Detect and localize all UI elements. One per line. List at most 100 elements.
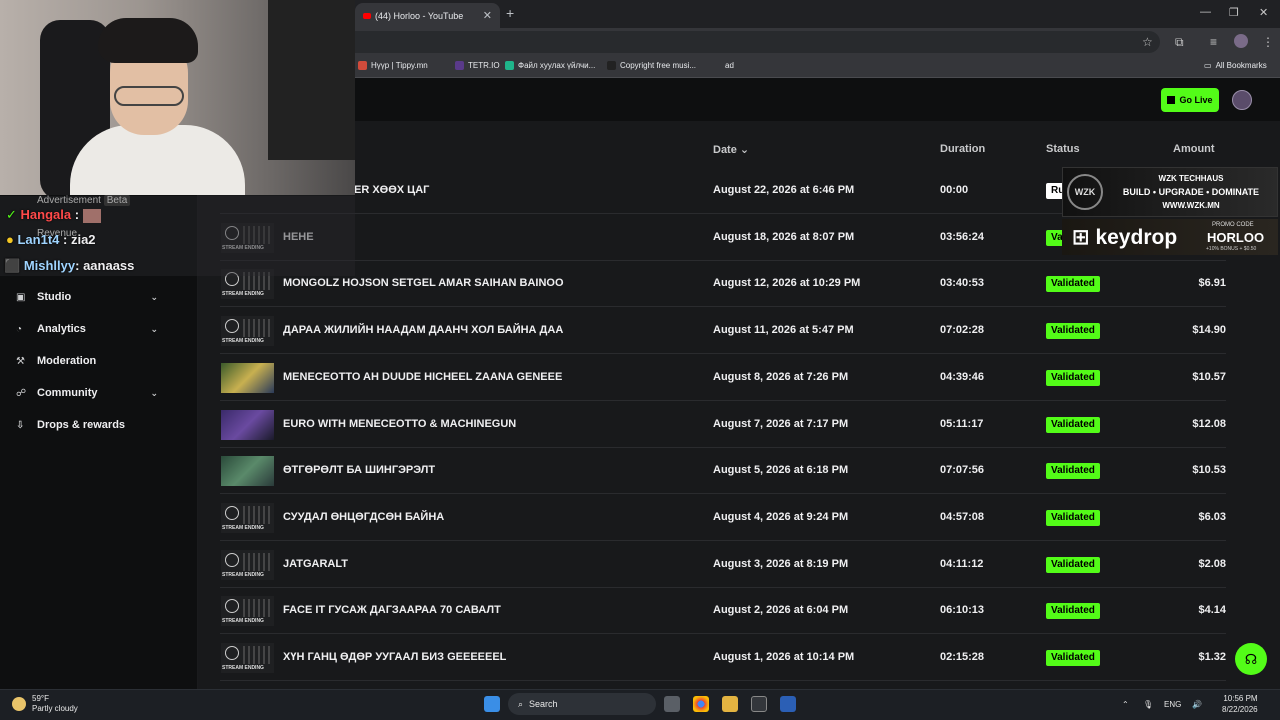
bookmark-item[interactable]: TETR.IO [455,61,500,70]
close-tab-icon[interactable]: ✕ [483,9,492,22]
table-row[interactable]: STREAM ENDING ХҮН ГАНЦ ӨДӨР УУГААЛ БИЗ GE… [220,635,1226,681]
chat-badge-icon: ⬛ [4,258,21,273]
menu-icon[interactable]: ⋮ [1262,35,1274,49]
chrome-icon[interactable] [693,696,709,712]
bookmark-item[interactable]: ad [725,61,734,70]
sidebar-item-analytics[interactable]: ◔ Analytics ⌄ [16,319,158,339]
stream-title: ER ХӨӨХ ЦАГ [354,184,430,196]
column-header-duration: Duration [940,143,986,155]
stream-amount: $2.08 [1198,557,1226,570]
table-row[interactable]: STREAM ENDING MONGOLZ HOJSON SETGEL AMAR … [220,261,1226,308]
stream-date: August 7, 2026 at 7:17 PM [713,417,849,430]
tab-title: (44) Horloo - YouTube [375,10,464,21]
status-badge: Validated [1046,323,1100,340]
table-row[interactable]: ӨТГӨРӨЛТ БА ШИНГЭРЭЛТ August 5, 2026 at 6… [220,448,1226,495]
task-view-icon[interactable] [664,696,680,712]
column-header-amount: Amount [1173,143,1215,155]
webcam-overlay [0,0,355,195]
folder-icon: ▭ [1204,61,1212,70]
moderation-icon: ⚒ [16,355,25,367]
bookmark-favicon-icon [505,61,514,70]
chevron-down-icon: ⌄ [150,387,158,398]
sidebar-item-community[interactable]: ☍ Community ⌄ [16,383,158,403]
new-tab-icon[interactable]: + [506,5,514,21]
stream-amount: $12.08 [1192,417,1226,430]
browser-profile-avatar[interactable] [1234,34,1248,48]
go-live-button[interactable]: Go Live [1161,88,1219,112]
all-bookmarks[interactable]: ▭ All Bookmarks [1204,61,1267,70]
chevron-down-icon: ⌄ [150,291,158,302]
stream-thumbnail: STREAM ENDING [221,596,274,627]
status-badge: Validated [1046,556,1100,573]
language-indicator[interactable]: ENG [1164,700,1181,709]
omnibox[interactable] [330,31,1160,53]
stream-duration: 06:10:13 [940,604,985,617]
app-icon[interactable] [780,696,796,712]
studio-icon: ▣ [16,291,26,303]
sidebar-item-drops[interactable]: ⇩ Drops & rewards [16,415,158,435]
stream-thumbnail [221,362,274,393]
wzk-promo-banner: WZK WZK TECHHAUS BUILD • UPGRADE • DOMIN… [1062,167,1278,217]
user-avatar[interactable] [1232,90,1252,110]
browser-tab[interactable]: (44) Horloo - YouTube ✕ [355,3,500,28]
taskbar-search[interactable]: ⌕ Search [508,693,656,715]
stream-thumbnail: STREAM ENDING [221,316,274,347]
media-icon[interactable]: ≡ [1210,35,1217,49]
stream-thumbnail [221,456,274,487]
stream-duration: 04:57:08 [940,510,985,523]
bookmark-favicon-icon [607,61,616,70]
table-row[interactable]: STREAM ENDING FACE IT ГУСАЖ ДАГЗААРАА 70 … [220,588,1226,635]
support-chat-button[interactable]: ☊ [1235,643,1267,675]
search-icon: ⌕ [518,698,524,709]
maximize-icon[interactable]: ❐ [1229,6,1239,19]
youtube-icon [363,12,371,19]
stream-title: JATGARALT [283,557,348,570]
bookmark-item[interactable]: Нүүр | Tippy.mn [358,61,428,70]
volume-icon[interactable]: 🔊 [1192,700,1202,709]
file-explorer-icon[interactable] [722,696,738,712]
close-window-icon[interactable]: ✕ [1259,6,1268,19]
obs-icon[interactable] [751,696,767,712]
table-row[interactable]: STREAM ENDING ДАРАА ЖИЛИЙН НААДАМ ДААНЧ Х… [220,308,1226,355]
community-icon: ☍ [16,387,27,399]
stream-amount: $4.14 [1198,604,1226,617]
bookmark-item[interactable]: Файл хуулах үйлчи... [505,61,595,70]
stream-title: ХҮН ГАНЦ ӨДӨР УУГААЛ БИЗ GEEEEEEL [283,651,507,663]
table-row[interactable]: EURO WITH MENECEOTTO & MACHINEGUN August … [220,402,1226,448]
stream-date: August 18, 2026 at 8:07 PM [713,230,855,243]
stream-duration: 03:56:24 [940,230,985,243]
extensions-icon[interactable]: ⧉ [1175,35,1184,50]
star-icon[interactable]: ☆ [1142,35,1153,49]
stream-date: August 22, 2026 at 6:46 PM [713,184,855,196]
bookmark-favicon-icon [455,61,464,70]
taskbar-clock[interactable]: 10:56 PM 8/22/2026 [1222,693,1258,715]
minimize-icon[interactable]: — [1200,6,1211,18]
tray-chevron-icon[interactable]: ⌃ [1122,700,1129,709]
table-row[interactable]: STREAM ENDING СУУДАЛ ӨНЦӨГДСӨН БАЙНА Augus… [220,495,1226,541]
column-header-date[interactable]: Date ⌄ [713,143,749,156]
table-row[interactable]: STREAM ENDING JATGARALT August 3, 2026 at … [220,542,1226,588]
headset-icon: ☊ [1244,650,1258,667]
stream-duration: 04:39:46 [940,370,985,383]
chevron-down-icon: ⌄ [150,323,158,334]
stream-duration: 02:15:28 [940,651,985,663]
stream-thumbnail [221,409,274,440]
weather-widget[interactable]: 59°F Partly cloudy [12,694,78,714]
table-row[interactable]: MENECEOTTO AH DUUDE HICHEEL ZAANA GENEEE… [220,355,1226,401]
microphone-icon[interactable]: 🎙 [1143,700,1153,709]
stream-thumbnail: STREAM ENDING [221,502,274,533]
sidebar-item-advertisement-partial: Advertisement Beta [37,195,131,206]
status-badge: Validated [1046,416,1100,433]
bookmark-item[interactable]: Copyright free musi... [607,61,696,70]
sidebar-item-studio[interactable]: ▣ Studio ⌄ [16,287,158,307]
windows-start-icon[interactable] [484,696,500,712]
chat-badge-icon: ✓ [6,207,17,222]
stream-date: August 1, 2026 at 10:14 PM [713,651,855,663]
chat-message: ⬛ Mishllyy: aanaass [4,258,135,273]
sidebar-item-moderation[interactable]: ⚒ Moderation [16,351,158,371]
stream-thumbnail: STREAM ENDING [221,643,274,673]
stream-date: August 11, 2026 at 5:47 PM [713,324,854,337]
drops-icon: ⇩ [16,419,25,431]
stream-duration: 03:40:53 [940,277,985,290]
webcam-person-shirt [70,125,245,195]
